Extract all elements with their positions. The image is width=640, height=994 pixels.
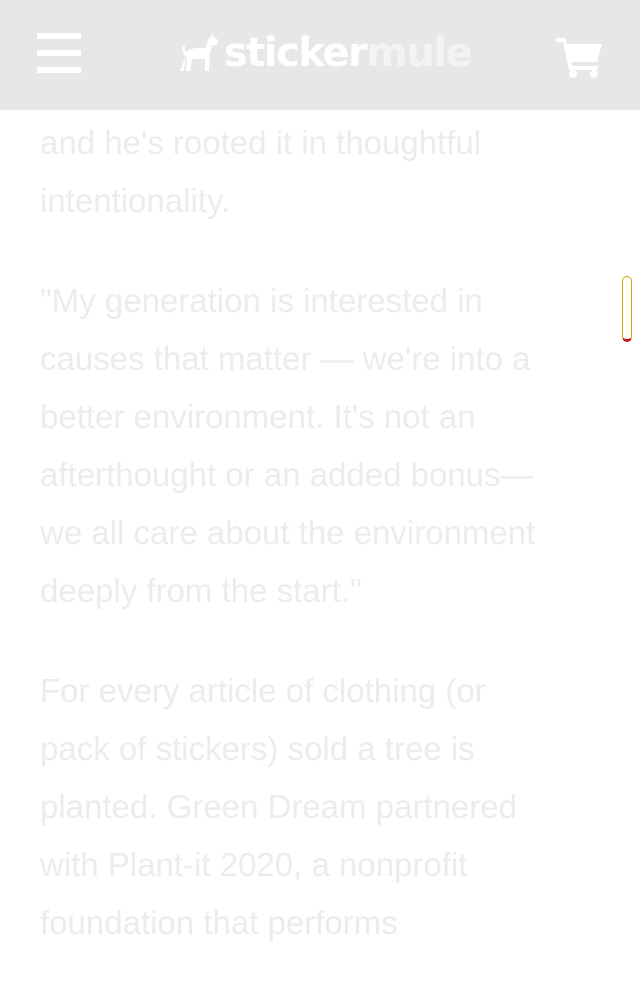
article-paragraph: "My generation is interested in causes t… [40,282,536,609]
logo-text-sticker: sticker [224,30,368,76]
article-paragraph: For every article of clothing (or pack o… [40,672,517,941]
article-paragraph: and he's rooted it in thoughtful intenti… [40,124,482,219]
mule-icon [180,33,218,71]
shopping-cart-icon[interactable] [556,36,604,78]
hamburger-menu-icon[interactable] [37,31,81,75]
top-header-bar: stickermule [0,0,640,110]
sticker-mule-logo[interactable]: stickermule [178,28,473,78]
scrollbar-thumb[interactable] [622,276,632,342]
logo-text-mule: mule [366,30,473,76]
article-body: and he's rooted it in thoughtful intenti… [40,114,600,994]
logo-wordmark: stickermule [224,28,473,78]
